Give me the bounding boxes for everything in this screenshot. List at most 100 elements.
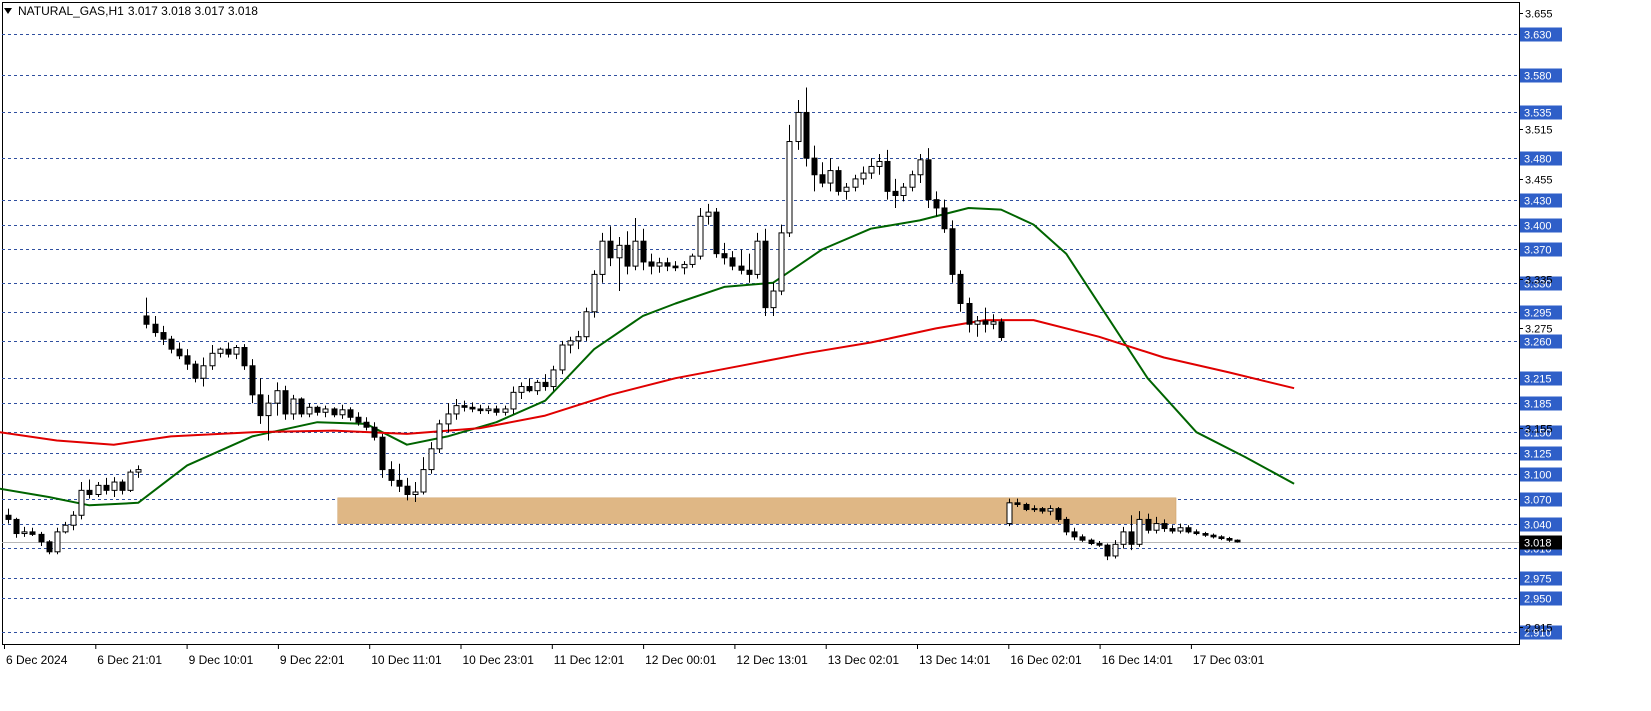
scale-tick-label: 3.455	[1525, 175, 1553, 187]
candle	[1210, 533, 1217, 539]
candle	[990, 314, 997, 330]
scale-tick-label: 3.335	[1525, 275, 1553, 287]
candle	[583, 307, 590, 341]
candle-body-bear	[184, 355, 191, 365]
candle	[1006, 498, 1013, 527]
candle-body-bear	[746, 269, 753, 275]
x-tick-label: 9 Dec 10:01	[189, 653, 254, 667]
candle	[1023, 502, 1030, 512]
candle-body-bull	[445, 413, 452, 425]
candle-body-bear	[29, 531, 36, 535]
candle	[1234, 539, 1241, 543]
x-tick-label: 11 Dec 12:01	[554, 653, 625, 667]
candle	[762, 228, 769, 316]
candle-body-bear	[664, 262, 671, 267]
candle-body-bear	[762, 240, 769, 309]
candle-body-bull	[770, 290, 777, 309]
candle-body-bear	[176, 348, 183, 357]
candle	[1104, 543, 1111, 561]
candle	[1177, 523, 1184, 534]
candle	[38, 531, 45, 546]
candle	[746, 253, 753, 283]
x-tick-label: 16 Dec 02:01	[1010, 653, 1082, 667]
candle-body-bull	[990, 321, 997, 325]
candle-body-bull	[559, 344, 566, 371]
candle-body-bear	[1128, 531, 1135, 545]
candle-body-bear	[1185, 527, 1192, 533]
candle-body-bull	[852, 178, 859, 188]
candle	[1202, 531, 1209, 537]
candle	[559, 340, 566, 375]
candle-body-bull	[1153, 523, 1160, 531]
candle	[1055, 506, 1062, 522]
candle	[786, 124, 793, 238]
candle-body-bear	[103, 484, 110, 491]
candle	[778, 224, 785, 296]
candle-body-bear	[542, 381, 549, 388]
candle	[599, 232, 606, 283]
candle	[95, 482, 102, 497]
x-tick-label: 12 Dec 00:01	[645, 653, 717, 667]
candle-body-bull	[575, 336, 582, 342]
candle-body-bull	[135, 469, 142, 473]
candle-body-bear	[1071, 531, 1078, 538]
candle	[371, 422, 378, 441]
candle	[363, 417, 370, 431]
candle-body-bear	[1145, 518, 1152, 531]
candle	[738, 249, 745, 275]
candle	[152, 315, 159, 337]
candle-body-bull	[111, 481, 118, 491]
candle	[119, 479, 126, 495]
candle-body-bull	[95, 484, 102, 496]
candle-body-bull	[233, 347, 240, 355]
candle	[843, 183, 850, 200]
candle-body-bull	[827, 170, 834, 184]
candle-body-bear	[241, 347, 248, 367]
price-level-label: 3.480	[1524, 154, 1552, 166]
candle	[233, 345, 240, 360]
candle-body-bull	[518, 386, 525, 393]
candle-body-bear	[933, 199, 940, 209]
candle-body-bear	[1063, 518, 1070, 533]
candle	[852, 174, 859, 192]
x-tick-label: 9 Dec 22:01	[280, 653, 345, 667]
candle	[445, 403, 452, 433]
candle-body-bear	[819, 174, 826, 184]
scale-tick-label: 2.915	[1525, 623, 1553, 635]
candle	[1088, 538, 1095, 546]
candle-body-bear	[1096, 543, 1103, 546]
candle	[209, 345, 216, 370]
candle-body-bull	[567, 340, 574, 346]
candle	[477, 404, 484, 414]
candle-body-bull	[200, 365, 207, 379]
ma-layer	[0, 207, 1295, 507]
candle-body-bull	[754, 240, 761, 275]
candle-body-bear	[257, 394, 264, 417]
candle-body-bull	[534, 381, 541, 392]
candle-body-bull	[795, 111, 802, 143]
candle	[217, 347, 224, 358]
candle	[298, 397, 305, 418]
candle-body-bull	[510, 391, 517, 410]
candlestick-chart[interactable]: 3.6303.5803.5353.4803.4303.4003.3703.330…	[0, 0, 1651, 706]
candle	[941, 199, 948, 233]
dropdown-triangle-icon[interactable]	[4, 8, 12, 14]
candle	[860, 166, 867, 185]
candle	[176, 342, 183, 360]
candle-body-bear	[249, 365, 256, 396]
candle-body-bear	[192, 363, 199, 379]
candle-body-bear	[347, 409, 354, 418]
candle	[689, 253, 696, 268]
candle-body-bear	[5, 514, 12, 520]
candle-body-bull	[550, 369, 557, 388]
candle	[404, 477, 411, 501]
candle-body-bear	[1014, 502, 1021, 505]
scale-tick-label: 3.515	[1525, 125, 1553, 137]
candle	[29, 527, 36, 537]
candle-body-bear	[1193, 531, 1200, 535]
candle	[925, 148, 932, 208]
candle	[550, 365, 557, 391]
price-level-label: 3.580	[1524, 71, 1552, 83]
candle-body-bull	[428, 448, 435, 471]
x-tick-label: 12 Dec 13:01	[736, 653, 808, 667]
